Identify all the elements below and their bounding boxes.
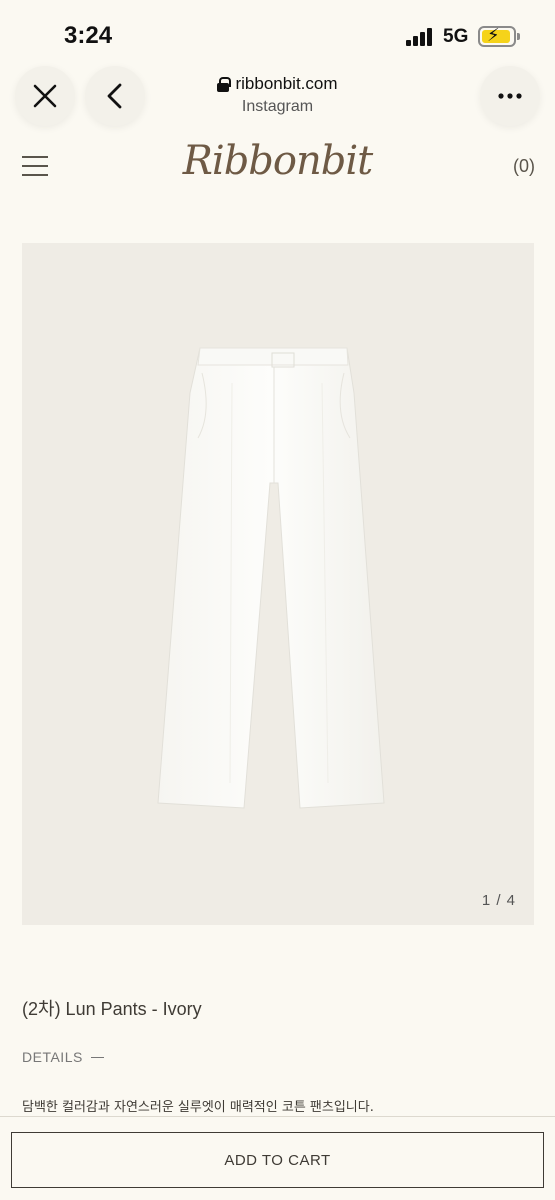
lock-icon [217,77,232,92]
url-domain: ribbonbit.com [235,74,338,93]
signal-icon [406,28,436,46]
more-button[interactable] [480,66,540,126]
chevron-left-icon [107,83,122,109]
add-to-cart-button[interactable]: ADD TO CART [11,1132,544,1188]
clock: 3:24 [64,22,113,49]
site-logo[interactable]: Ribbonbit [170,138,385,184]
url-bar[interactable]: ribbonbit.com Instagram [180,74,375,116]
cart-count[interactable]: (0) [513,156,535,177]
slide-counter: 1 / 4 [481,892,516,909]
product-description: 담백한 컬러감과 자연스러운 실루엣이 매력적인 코튼 팬츠입니다. [22,1100,374,1115]
back-button[interactable] [85,66,145,126]
url-source: Instagram [241,98,314,115]
details-label: DETAILS [22,1049,83,1065]
product-title: (2차) Lun Pants - Ivory [22,999,202,1019]
more-horizontal-icon [498,93,522,99]
status-bar: 3:24 5G ⚡ [0,0,555,70]
product-photo [157,347,385,809]
details-toggle[interactable]: DETAILS [22,1049,104,1065]
product-image-carousel[interactable]: 1 / 4 [22,243,534,925]
cart-bar: ADD TO CART [0,1116,555,1200]
close-button[interactable] [15,66,75,126]
close-icon [33,84,57,108]
battery-icon: ⚡ [478,25,520,47]
collapse-dash-icon [90,1056,104,1058]
network-label: 5G [443,26,469,47]
menu-icon[interactable] [22,156,48,176]
